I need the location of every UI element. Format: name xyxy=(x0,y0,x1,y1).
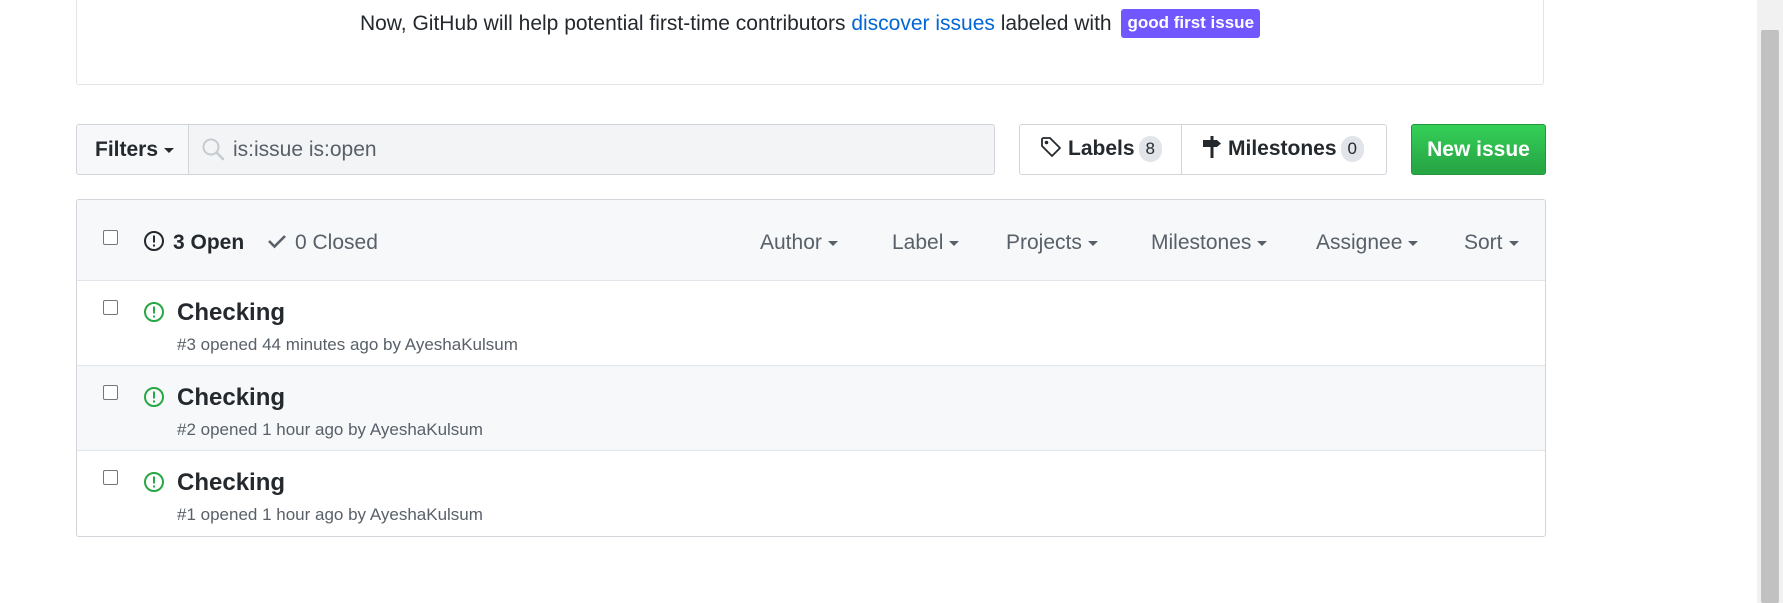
banner-text: Now, GitHub will help potential first-ti… xyxy=(77,9,1543,40)
issue-meta: #2 opened 1 hour ago by AyeshaKulsum xyxy=(177,420,483,440)
issue-opened-icon xyxy=(144,387,164,407)
chevron-down-icon xyxy=(827,240,838,246)
chevron-down-icon xyxy=(949,240,960,246)
issue-checkbox[interactable] xyxy=(103,470,118,485)
issue-meta: #3 opened 44 minutes ago by AyeshaKulsum xyxy=(177,335,518,355)
issue-title-link[interactable]: Checking xyxy=(177,469,285,497)
closed-issues-tab[interactable]: 0 Closed xyxy=(267,231,378,255)
issue-row[interactable]: Checking #1 opened 1 hour ago by AyeshaK… xyxy=(77,450,1545,535)
filters-button[interactable]: Filters xyxy=(76,124,189,175)
banner-text-before: Now, GitHub will help potential first-ti… xyxy=(359,12,852,35)
milestones-filter-label: Milestones xyxy=(1151,231,1252,254)
banner-text-after: labeled with xyxy=(994,12,1118,35)
issue-checkbox[interactable] xyxy=(103,385,118,400)
chevron-down-icon xyxy=(1087,240,1098,246)
chevron-down-icon xyxy=(1257,240,1268,246)
discover-issues-link[interactable]: discover issues xyxy=(851,12,995,35)
issue-author-link[interactable]: AyeshaKulsum xyxy=(370,420,483,439)
issue-opened-icon xyxy=(144,302,164,322)
sort-filter[interactable]: Sort xyxy=(1464,231,1519,255)
assignee-filter[interactable]: Assignee xyxy=(1316,231,1419,255)
issues-list: 3 Open 0 Closed Author Label Projects Mi… xyxy=(76,199,1546,537)
chevron-down-icon xyxy=(1508,240,1519,246)
filters-label: Filters xyxy=(95,138,159,161)
select-all-checkbox[interactable] xyxy=(103,230,118,245)
author-filter[interactable]: Author xyxy=(760,231,838,255)
tag-icon xyxy=(1041,137,1061,158)
chevron-down-icon xyxy=(164,147,175,153)
issue-opened-icon xyxy=(144,231,164,252)
issue-author-link[interactable]: AyeshaKulsum xyxy=(370,505,483,524)
sort-filter-label: Sort xyxy=(1464,231,1503,254)
issue-checkbox[interactable] xyxy=(103,300,118,315)
issue-row[interactable]: Checking #3 opened 44 minutes ago by Aye… xyxy=(77,280,1545,365)
search-icon xyxy=(202,138,225,161)
search-box[interactable] xyxy=(188,124,995,175)
milestones-filter[interactable]: Milestones xyxy=(1151,231,1268,255)
closed-issues-label: 0 Closed xyxy=(295,231,378,254)
new-issue-button[interactable]: New issue xyxy=(1411,124,1546,175)
issue-meta-text: #2 opened 1 hour ago by xyxy=(177,420,370,439)
issue-opened-icon xyxy=(144,472,164,492)
milestones-label: Milestones xyxy=(1228,137,1337,160)
check-icon xyxy=(268,235,286,249)
issue-author-link[interactable]: AyeshaKulsum xyxy=(405,335,518,354)
milestones-count: 0 xyxy=(1340,136,1364,162)
label-filter[interactable]: Label xyxy=(892,231,960,255)
labels-button[interactable]: Labels 8 xyxy=(1019,124,1182,175)
projects-filter-label: Projects xyxy=(1006,231,1082,254)
milestones-button[interactable]: Milestones 0 xyxy=(1181,124,1387,175)
issue-title-link[interactable]: Checking xyxy=(177,299,285,327)
issues-list-header: 3 Open 0 Closed Author Label Projects Mi… xyxy=(77,200,1545,281)
projects-filter[interactable]: Projects xyxy=(1006,231,1098,255)
open-issues-label: 3 Open xyxy=(173,231,245,254)
label-filter-label: Label xyxy=(892,231,944,254)
scrollbar-thumb[interactable] xyxy=(1761,30,1779,603)
good-first-issue-badge[interactable]: good first issue xyxy=(1121,9,1261,38)
issue-meta-text: #3 opened 44 minutes ago by xyxy=(177,335,405,354)
issue-row[interactable]: Checking #2 opened 1 hour ago by AyeshaK… xyxy=(77,365,1545,450)
chevron-down-icon xyxy=(1408,240,1419,246)
assignee-filter-label: Assignee xyxy=(1316,231,1403,254)
issue-meta: #1 opened 1 hour ago by AyeshaKulsum xyxy=(177,505,483,525)
labels-count: 8 xyxy=(1138,136,1162,162)
issue-meta-text: #1 opened 1 hour ago by xyxy=(177,505,370,524)
issue-title-link[interactable]: Checking xyxy=(177,384,285,412)
labels-label: Labels xyxy=(1068,137,1135,160)
search-input[interactable] xyxy=(233,125,973,174)
author-filter-label: Author xyxy=(760,231,822,254)
good-first-issue-banner: Now, GitHub will help potential first-ti… xyxy=(76,0,1544,85)
milestone-icon xyxy=(1203,136,1221,159)
open-issues-tab[interactable]: 3 Open xyxy=(143,231,244,255)
